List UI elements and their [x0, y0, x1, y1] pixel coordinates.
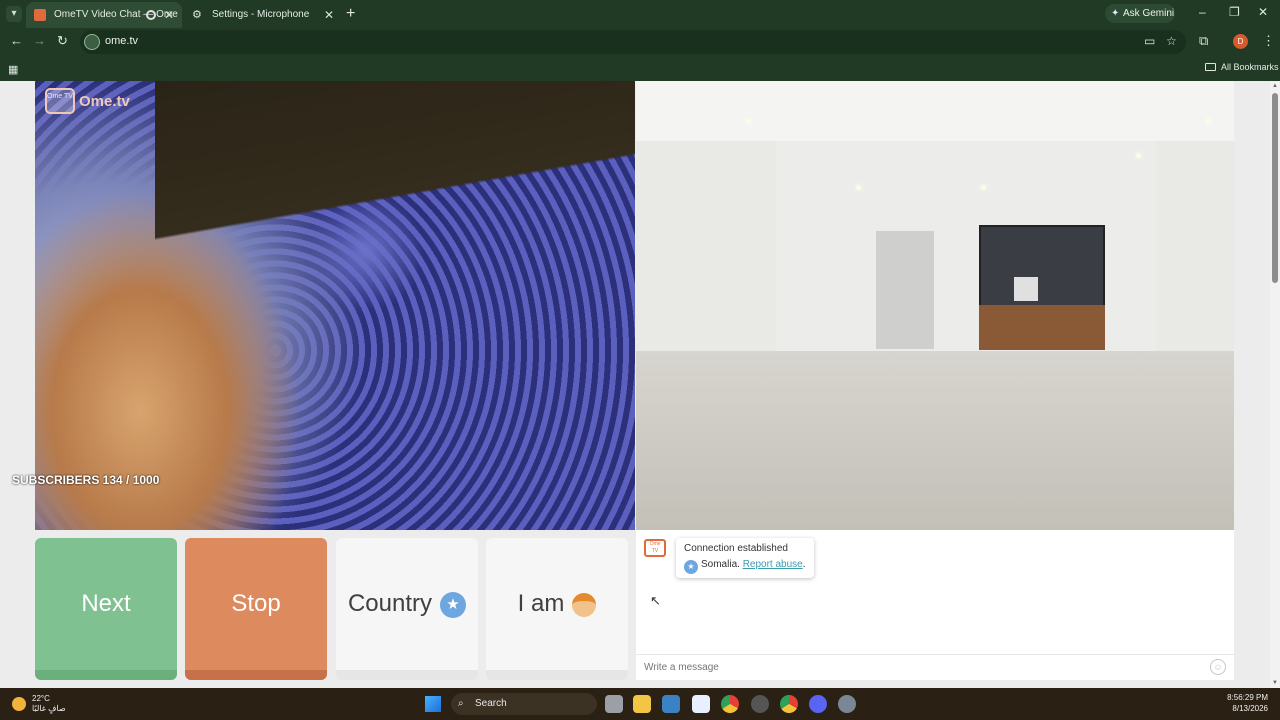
gemini-sparkle-icon: ✦	[1111, 8, 1120, 19]
bookmarks-bar: ▦ All Bookmarks	[0, 56, 1280, 81]
ometv-chat-logo-icon: Ome TV	[644, 539, 666, 557]
clock-date: 8/13/2026	[1232, 704, 1268, 713]
tab-ometv[interactable]: OmeTV Video Chat — Ome ✕	[26, 2, 182, 28]
logo-text: Ome.tv	[79, 93, 130, 110]
ometv-favicon-icon	[34, 9, 46, 21]
next-button[interactable]: Next	[35, 538, 177, 680]
local-video: Ome TV Ome.tv	[35, 81, 635, 530]
taskbar-search[interactable]: ⌕ Search	[451, 693, 597, 715]
search-icon: ⌕	[458, 698, 464, 709]
folder-icon	[1205, 63, 1216, 71]
menu-dots-icon[interactable]: ⋮	[1262, 33, 1275, 49]
tab-title: Settings - Microphone	[212, 9, 310, 20]
boy-avatar-icon	[572, 592, 597, 617]
profile-avatar[interactable]: D	[1233, 34, 1248, 49]
recording-icon	[146, 10, 156, 20]
apps-grid-icon[interactable]: ▦	[8, 63, 18, 76]
page-scrollbar[interactable]: ▲ ▼	[1270, 81, 1280, 688]
stop-button[interactable]: Stop	[185, 538, 327, 680]
ometv-page: Ome TV Ome.tv SUBSCRIBERS 134 / 1000 Nex…	[0, 81, 1270, 688]
address-bar[interactable]: ome.tv ▭ ☆	[80, 30, 1186, 54]
globe-star-icon: ★	[440, 591, 467, 618]
discord-icon[interactable]	[809, 695, 827, 713]
new-tab-button[interactable]: +	[346, 5, 355, 23]
bookmark-star-icon[interactable]: ☆	[1166, 34, 1177, 48]
tab-search-icon[interactable]: ▾	[6, 6, 22, 22]
weather-temp: 22°C	[32, 694, 50, 703]
mouse-cursor-icon: ↖	[650, 593, 661, 608]
tab-settings[interactable]: ⚙ Settings - Microphone ✕	[184, 2, 342, 28]
room-ceiling	[636, 81, 1234, 141]
chrome-icon[interactable]	[721, 695, 739, 713]
cast-icon[interactable]: ▭	[1144, 34, 1155, 48]
ceiling-light	[981, 185, 986, 190]
kitchen-counter	[979, 305, 1105, 350]
country-button[interactable]: Country ★	[336, 538, 478, 680]
scroll-down-icon[interactable]: ▼	[1272, 680, 1278, 686]
close-window-icon[interactable]: ✕	[1258, 5, 1268, 19]
ometv-logo: Ome TV Ome.tv	[45, 88, 137, 116]
reload-icon[interactable]: ↻	[57, 33, 68, 49]
file-explorer-icon[interactable]	[633, 695, 651, 713]
gender-button[interactable]: I am	[486, 538, 628, 680]
tv-logo-icon: Ome TV	[45, 88, 75, 114]
room-floor	[636, 351, 1234, 530]
back-arrow-icon[interactable]: ←	[10, 33, 23, 48]
ceiling-light	[1136, 153, 1141, 158]
store-icon[interactable]	[662, 695, 680, 713]
weather-icon	[12, 697, 26, 711]
microwave	[1014, 277, 1038, 301]
tab-strip: ▾ OmeTV Video Chat — Ome ✕ ⚙ Settings - …	[0, 0, 1280, 28]
close-tab-icon[interactable]: ✕	[164, 2, 174, 28]
country-star-icon: ★	[684, 560, 698, 574]
clock-time: 8:56:29 PM	[1227, 693, 1268, 702]
windows-taskbar: 22°C صافٍ غالبًا ⌕ Search 8:56:29 PM 8/1…	[0, 688, 1280, 720]
system-clock[interactable]: 8:56:29 PM 8/13/2026	[1220, 692, 1268, 714]
url-text: ome.tv	[105, 35, 139, 47]
system-message: Connection established ★ Somalia. Report …	[676, 538, 814, 578]
tab-title: OmeTV Video Chat — Ome	[54, 9, 178, 20]
partner-video	[636, 81, 1234, 530]
browser-toolbar: ← → ↻ ome.tv ▭ ☆ ⧉ ⋮	[0, 28, 1280, 56]
settings-gear-icon[interactable]	[838, 695, 856, 713]
browser-frame: ▾ OmeTV Video Chat — Ome ✕ ⚙ Settings - …	[0, 0, 1280, 81]
chrome-icon[interactable]	[780, 695, 798, 713]
all-bookmarks-button[interactable]: All Bookmarks	[1205, 62, 1279, 72]
ceiling-light	[746, 119, 751, 124]
ceiling-shape	[155, 81, 635, 281]
windows-start-icon[interactable]	[425, 696, 441, 712]
scrollbar-thumb[interactable]	[1272, 93, 1278, 283]
app-icon[interactable]	[751, 695, 769, 713]
restore-icon[interactable]: ❐	[1229, 5, 1240, 19]
ask-gemini-button[interactable]: ✦ Ask Gemini	[1105, 4, 1175, 23]
emoji-icon[interactable]: ☺	[1210, 659, 1226, 675]
app-icon[interactable]	[692, 695, 710, 713]
scroll-up-icon[interactable]: ▲	[1272, 83, 1278, 89]
subscribers-overlay: SUBSCRIBERS 134 / 1000	[12, 473, 160, 487]
room-doorway	[876, 231, 934, 349]
connection-status: Connection established	[684, 543, 788, 554]
gear-icon: ⚙	[192, 9, 202, 21]
task-view-icon[interactable]	[605, 695, 623, 713]
ceiling-light	[1206, 119, 1211, 124]
site-info-icon[interactable]	[84, 34, 100, 50]
extensions-icon[interactable]: ⧉	[1199, 33, 1208, 49]
partner-country: Somalia.	[701, 559, 740, 570]
close-tab-icon[interactable]: ✕	[324, 2, 334, 28]
weather-desc: صافٍ غالبًا	[32, 704, 66, 713]
ceiling-light	[856, 185, 861, 190]
forward-arrow-icon[interactable]: →	[33, 33, 46, 48]
minimize-icon[interactable]: –	[1199, 5, 1206, 19]
chat-panel: Ome TV Connection established ★ Somalia. …	[636, 530, 1234, 680]
report-abuse-link[interactable]: Report abuse	[743, 559, 803, 570]
message-input[interactable]	[636, 654, 1234, 680]
